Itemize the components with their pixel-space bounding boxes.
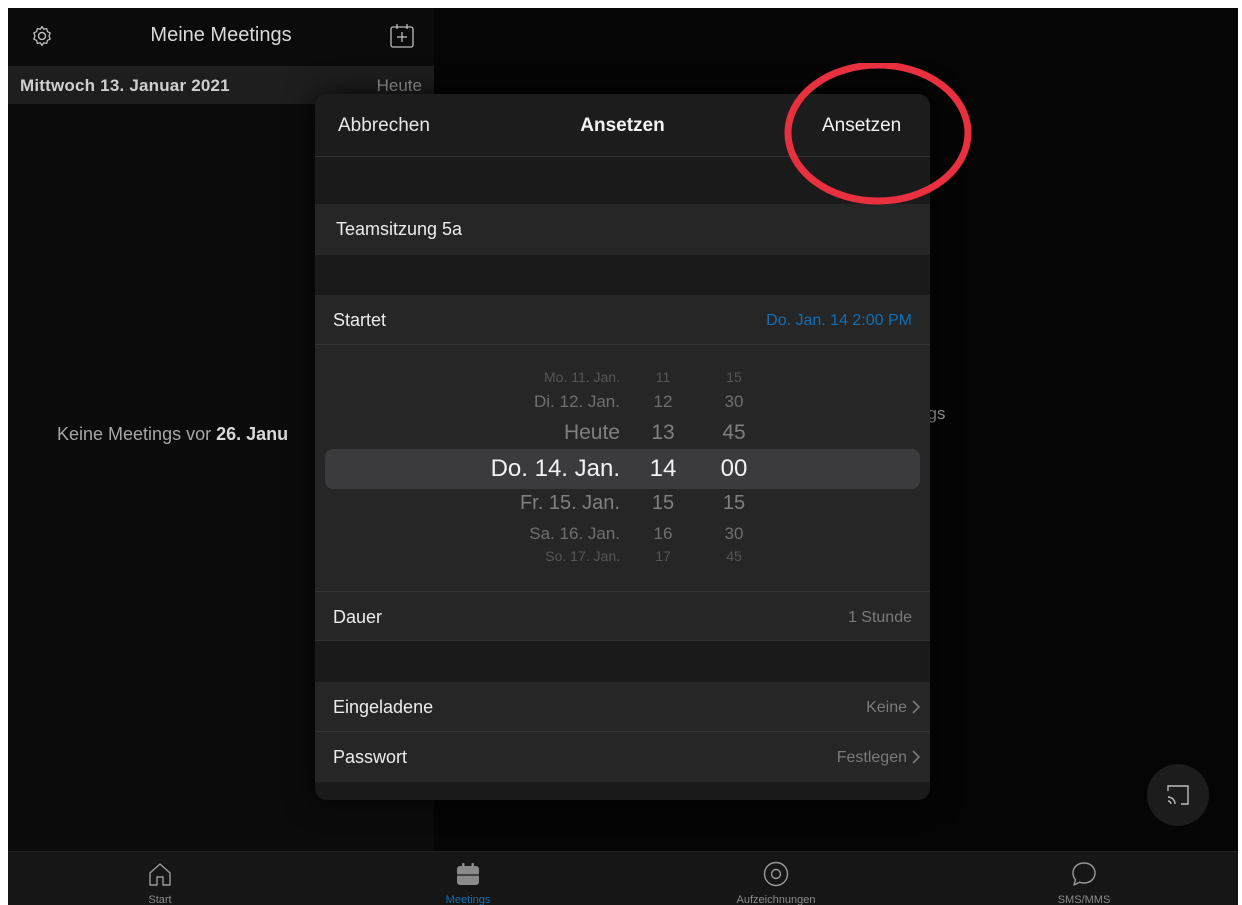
chat-bubble-icon (1072, 862, 1096, 886)
picker-hour-option[interactable]: 15 (633, 492, 693, 515)
picker-minute-option[interactable]: 30 (704, 524, 764, 544)
tab-recordings[interactable]: Aufzeichnungen (696, 852, 856, 905)
start-label: Startet (333, 310, 387, 330)
picker-selection-highlight (325, 449, 920, 489)
picker-hour-option[interactable]: 17 (633, 548, 693, 564)
picker-hour-option[interactable]: 13 (633, 421, 693, 445)
page-title: Meine Meetings (150, 24, 292, 46)
picker-minute-option[interactable]: 15 (704, 492, 764, 515)
picker-minute-option[interactable]: 15 (704, 369, 764, 385)
picker-hour-selected[interactable]: 14 (633, 455, 693, 483)
duration-row[interactable]: Dauer 1 Stunde (315, 591, 930, 641)
picker-hour-option[interactable]: 16 (633, 524, 693, 544)
share-screen-button[interactable] (1147, 764, 1209, 826)
picker-date-option[interactable]: Di. 12. Jan. (420, 392, 620, 412)
empty-state-prefix: Keine Meetings vor (57, 424, 217, 444)
bottom-tab-bar: Start Meetings Aufzeichnungen SMS/MMS (8, 851, 1238, 905)
picker-hour-option[interactable]: 12 (633, 392, 693, 412)
picker-date-option[interactable]: Fr. 15. Jan. (420, 492, 620, 515)
password-row[interactable]: Passwort Festlegen (315, 732, 930, 782)
tab-meetings[interactable]: Meetings (388, 852, 548, 905)
picker-date-option[interactable]: So. 17. Jan. (420, 548, 620, 564)
start-time-row[interactable]: Startet Do. Jan. 14 2:00 PM (315, 295, 930, 345)
duration-label: Dauer (333, 607, 383, 627)
calendar-icon (457, 863, 479, 885)
picker-date-option[interactable]: Mo. 11. Jan. (420, 369, 620, 385)
password-value: Festlegen (836, 749, 907, 766)
empty-state-date: 26. Janu (216, 424, 289, 444)
tab-start[interactable]: Start (80, 852, 240, 905)
highlight-annotation-circle (784, 63, 972, 205)
invitees-row[interactable]: Eingeladene Keine (315, 682, 930, 732)
picker-date-selected[interactable]: Do. 14. Jan. (420, 455, 620, 483)
picker-hour-option[interactable]: 11 (633, 369, 693, 385)
start-value: Do. Jan. 14 2:00 PM (766, 312, 912, 329)
meeting-topic-value: Teamsitzung 5a (336, 219, 463, 239)
app-window: Meine Meetings Mittwoch 13. Januar 2021 … (8, 8, 1238, 905)
picker-date-option[interactable]: Sa. 16. Jan. (420, 524, 620, 544)
date-header-label: Mittwoch 13. Januar 2021 (20, 76, 230, 95)
tab-label: Aufzeichnungen (736, 894, 816, 905)
picker-minute-option[interactable]: 45 (704, 421, 764, 445)
picker-date-option[interactable]: Heute (420, 421, 620, 445)
picker-minute-selected[interactable]: 00 (704, 455, 764, 483)
invitees-value: Keine (866, 699, 907, 716)
tab-sms[interactable]: SMS/MMS (1004, 852, 1164, 905)
tab-label: Start (148, 894, 172, 905)
picker-minute-option[interactable]: 30 (704, 392, 764, 412)
chevron-right-icon (912, 750, 921, 764)
chevron-right-icon (912, 700, 921, 714)
date-time-picker[interactable]: Mo. 11. Jan. Di. 12. Jan. Heute Do. 14. … (315, 345, 930, 591)
tab-label: Meetings (445, 894, 491, 905)
empty-state-text: Keine Meetings vor 26. Janu (57, 424, 288, 445)
home-icon (149, 863, 171, 886)
top-bar: Meine Meetings (8, 8, 434, 66)
tab-label: SMS/MMS (1057, 894, 1111, 905)
duration-value: 1 Stunde (847, 609, 912, 626)
record-icon (763, 861, 789, 887)
cast-icon (1167, 785, 1189, 805)
picker-minute-option[interactable]: 45 (704, 548, 764, 564)
today-label: Heute (376, 76, 422, 95)
add-meeting-icon[interactable] (388, 22, 416, 50)
invitees-label: Eingeladene (333, 697, 434, 717)
password-label: Passwort (333, 747, 408, 767)
